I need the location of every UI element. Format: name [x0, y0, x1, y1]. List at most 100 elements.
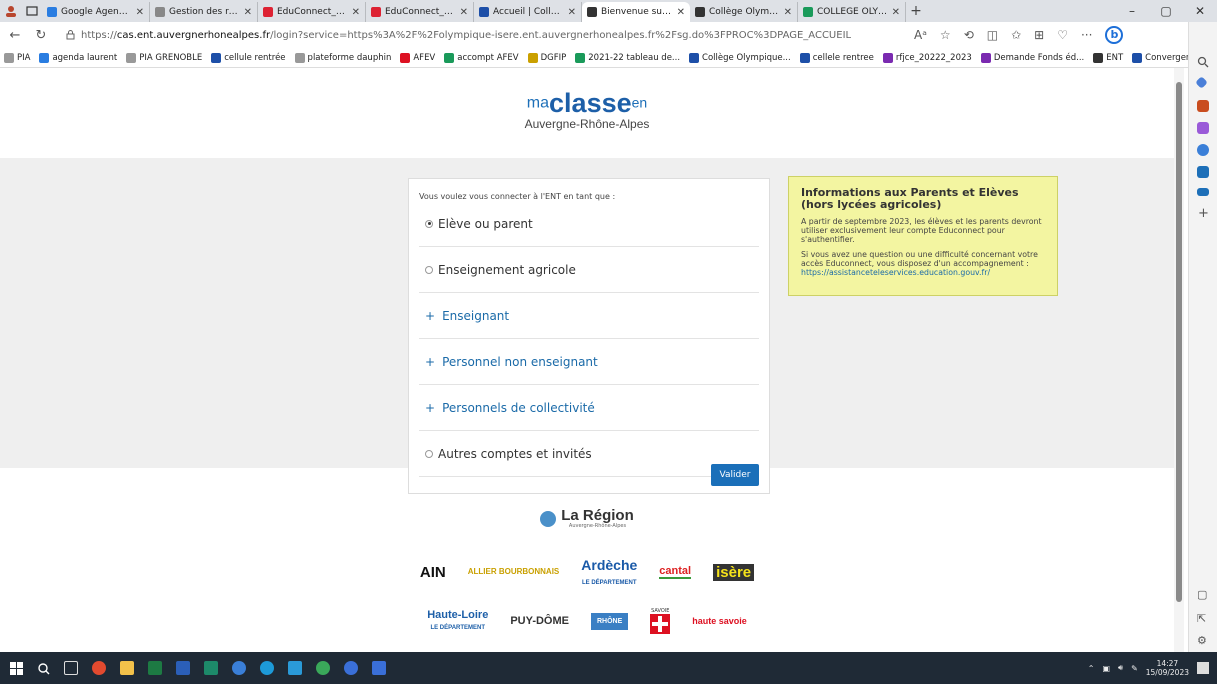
chrome-icon[interactable] — [92, 661, 106, 675]
tray-chevron-icon[interactable]: ⌃ — [1088, 664, 1095, 673]
expand-plus-icon[interactable]: + — [425, 355, 435, 369]
bookmark-item[interactable]: DGFIP — [527, 52, 566, 63]
excel-icon[interactable] — [148, 661, 162, 675]
browser-tab[interactable]: Collège Olympique ✕ — [690, 2, 798, 22]
extension-icon[interactable]: ⟲ — [964, 28, 974, 42]
browser-tab[interactable]: Accueil | Collège Olympique ✕ — [474, 2, 582, 22]
close-tab-icon[interactable]: ✕ — [784, 7, 792, 18]
bookmark-item[interactable]: PIA GRENOBLE — [126, 52, 203, 63]
favorite-star-icon[interactable]: ☆ — [940, 28, 951, 42]
login-option[interactable]: Enseignement agricole — [419, 247, 759, 293]
edge-icon[interactable] — [260, 661, 274, 675]
app-c-icon[interactable] — [288, 661, 302, 675]
bookmark-item[interactable]: cellele rentree — [799, 52, 874, 63]
close-tab-icon[interactable]: ✕ — [892, 7, 900, 18]
browser-tab[interactable]: EduConnect_CourrierResp ✕ — [258, 2, 366, 22]
more-menu-icon[interactable]: ··· — [1081, 28, 1092, 42]
bookmark-item[interactable]: Demande Fonds éd... — [980, 52, 1084, 63]
close-window-button[interactable]: ✕ — [1183, 0, 1217, 22]
browser-tab[interactable]: Gestion des représentants ✕ — [150, 2, 258, 22]
close-tab-icon[interactable]: ✕ — [136, 7, 144, 18]
task-view-icon[interactable] — [64, 661, 78, 675]
bookmark-item[interactable]: plateforme dauphin — [294, 52, 391, 63]
tab-actions-icon[interactable] — [26, 5, 38, 17]
radio-button[interactable] — [425, 219, 433, 228]
games-icon[interactable] — [1197, 122, 1209, 134]
expand-plus-icon[interactable]: + — [425, 309, 435, 323]
close-tab-icon[interactable]: ✕ — [352, 7, 360, 18]
close-tab-icon[interactable]: ✕ — [677, 7, 685, 18]
windows-start-icon[interactable] — [10, 661, 23, 675]
shopping-icon[interactable] — [1195, 76, 1208, 89]
browser-tab[interactable]: EduConnect_CourrierResp ✕ — [366, 2, 474, 22]
minimize-button[interactable]: – — [1115, 0, 1149, 22]
browser-tab[interactable]: Bienvenue sur votre Environ ✕ — [582, 2, 690, 22]
cantal-logo: cantal — [659, 564, 692, 579]
paint-icon[interactable] — [232, 661, 246, 675]
pen-icon[interactable]: ✎ — [1131, 664, 1138, 673]
login-option[interactable]: + Personnel non enseignant — [419, 339, 759, 385]
network-icon[interactable]: ▣ — [1102, 664, 1110, 673]
volume-icon[interactable]: 🔊︎ — [1118, 663, 1123, 673]
close-tab-icon[interactable]: ✕ — [460, 7, 468, 18]
bookmark-item[interactable]: Collège Olympique... — [689, 52, 791, 63]
bookmark-label: PIA GRENOBLE — [139, 52, 203, 63]
bookmark-item[interactable]: PIA — [4, 52, 30, 63]
profile-icon[interactable] — [4, 4, 18, 18]
url-input[interactable]: https://cas.ent.auvergnerhonealpes.fr/lo… — [58, 25, 906, 45]
notifications-icon[interactable] — [1197, 662, 1209, 674]
edt-app-icon[interactable] — [372, 661, 386, 675]
login-option[interactable]: + Enseignant — [419, 293, 759, 339]
open-external-icon[interactable]: ⇱ — [1197, 612, 1206, 625]
system-clock[interactable]: 14:27 15/09/2023 — [1146, 659, 1189, 677]
bookmark-item[interactable]: agenda laurent — [39, 52, 117, 63]
file-explorer-icon[interactable] — [120, 661, 134, 675]
page-scrollbar[interactable] — [1174, 68, 1184, 652]
search-icon[interactable] — [37, 662, 50, 675]
app-green-icon[interactable] — [316, 661, 330, 675]
favorites-icon[interactable]: ✩ — [1011, 28, 1021, 42]
sidebar-settings-icon[interactable]: ⚙ — [1197, 634, 1207, 647]
expand-plus-icon[interactable]: + — [425, 401, 435, 415]
split-screen-icon[interactable]: ◫ — [987, 28, 998, 42]
radio-button[interactable] — [425, 449, 433, 458]
bookmark-label: rfjce_20222_2023 — [895, 52, 972, 63]
refresh-button[interactable]: ↻ — [32, 28, 50, 43]
bookmark-item[interactable]: AFEV — [400, 52, 435, 63]
add-sidebar-icon[interactable]: + — [1198, 206, 1209, 221]
assistance-link[interactable]: https://assistanceteleservices.education… — [801, 268, 1045, 277]
lock-icon — [66, 30, 75, 40]
bookmark-item[interactable]: 2021-22 tableau de... — [575, 52, 680, 63]
bookmark-item[interactable]: cellule rentrée — [211, 52, 286, 63]
search-icon[interactable] — [1197, 56, 1209, 68]
scrollbar-thumb[interactable] — [1176, 82, 1182, 602]
performance-icon[interactable]: ♡ — [1057, 28, 1068, 42]
browser-tab[interactable]: COLLEGE OLYMPIQUE - PI ✕ — [798, 2, 906, 22]
maximize-button[interactable]: ▢ — [1149, 0, 1183, 22]
close-tab-icon[interactable]: ✕ — [568, 7, 576, 18]
edt-icon[interactable] — [344, 661, 358, 675]
radio-button[interactable] — [425, 265, 433, 274]
read-aloud-icon[interactable]: Aᵃ — [914, 28, 927, 42]
login-option[interactable]: Elève ou parent — [419, 201, 759, 247]
info-title: Informations aux Parents et Elèves (hors… — [801, 186, 1019, 211]
tools-icon[interactable] — [1197, 100, 1209, 112]
office-icon[interactable] — [1197, 144, 1209, 156]
app-icon[interactable] — [204, 661, 218, 675]
back-button[interactable]: ← — [6, 28, 24, 43]
valider-button[interactable]: Valider — [711, 464, 759, 486]
bing-copilot-icon[interactable]: b — [1105, 26, 1124, 44]
bookmark-item[interactable]: ENT — [1093, 52, 1123, 63]
sidebar-layout-icon[interactable]: ▢ — [1197, 588, 1207, 601]
new-tab-button[interactable]: + — [906, 2, 926, 22]
login-option[interactable]: + Personnels de collectivité — [419, 385, 759, 431]
collections-icon[interactable]: ⊞ — [1034, 28, 1044, 42]
close-tab-icon[interactable]: ✕ — [244, 7, 252, 18]
browser-tab[interactable]: Google Agenda - Semaine ✕ — [42, 2, 150, 22]
outlook-icon[interactable] — [1197, 166, 1209, 178]
designer-icon[interactable] — [1197, 188, 1209, 196]
bookmark-item[interactable]: accompt AFEV — [444, 52, 519, 63]
word-icon[interactable] — [176, 661, 190, 675]
login-option[interactable]: Autres comptes et invités — [419, 431, 759, 477]
bookmark-item[interactable]: rfjce_20222_2023 — [882, 52, 972, 63]
